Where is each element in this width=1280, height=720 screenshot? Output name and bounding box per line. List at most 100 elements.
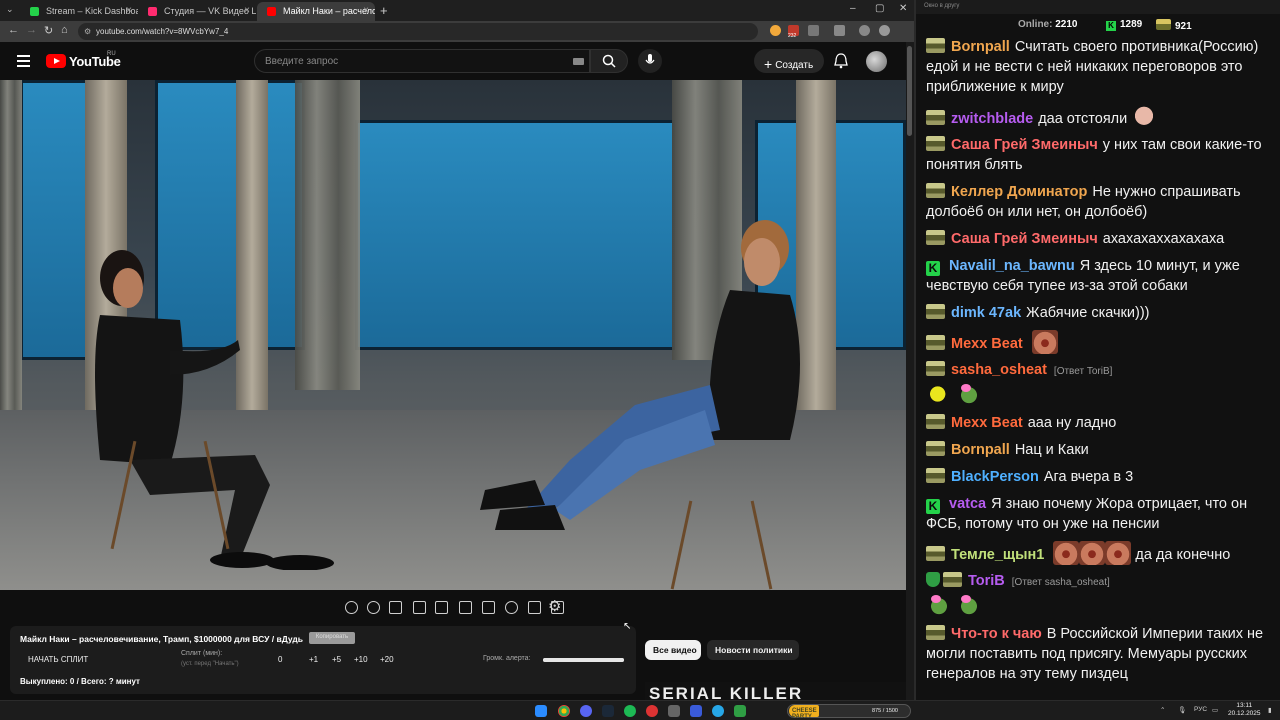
broadcast-icon[interactable] (367, 601, 380, 614)
account-avatar[interactable] (866, 51, 887, 72)
new-tab-icon[interactable]: + (380, 3, 388, 18)
moderator-shield-icon (926, 572, 940, 587)
app-icon[interactable] (734, 705, 746, 717)
chat-username[interactable]: dimk 47ak (951, 305, 1021, 321)
profile-icon[interactable] (859, 25, 870, 36)
youtube-logo-icon[interactable] (46, 54, 66, 68)
discord-icon[interactable] (580, 705, 592, 717)
loop-icon[interactable] (345, 601, 358, 614)
media-player-icon[interactable] (690, 705, 702, 717)
filmstrip-icon[interactable] (482, 601, 495, 614)
chat-username[interactable]: vatca (949, 496, 986, 512)
chat-username[interactable]: Mexx Beat (951, 415, 1023, 431)
app-icon[interactable] (668, 705, 680, 717)
chat-username[interactable]: Саша Грей Змеиныч (951, 137, 1098, 153)
face-emote-icon (1105, 541, 1132, 565)
forward-icon[interactable]: → (26, 24, 37, 36)
close-tab-icon[interactable]: × (363, 5, 369, 16)
tab-youtube-video[interactable]: Майкл Наки – расчелове... × (257, 2, 375, 21)
chat-username[interactable]: Темле_щын1 (951, 547, 1044, 563)
tab-vk-studio[interactable]: Студия — VK Видео Live × (138, 2, 256, 21)
kick-badge-icon (926, 499, 943, 514)
add-5-button[interactable]: +5 (332, 655, 341, 664)
chat-username[interactable]: zwitchblade (951, 111, 1033, 127)
add-1-button[interactable]: +1 (309, 655, 318, 664)
minimize-icon[interactable]: – (850, 3, 856, 14)
chat-window: Окно в другу Online: 2210 K 1289 921 Born… (914, 0, 1280, 700)
close-window-icon[interactable]: ✕ (899, 3, 907, 14)
add-20-button[interactable]: +20 (380, 655, 394, 664)
video-player[interactable] (0, 80, 906, 590)
spotify-icon[interactable] (624, 705, 636, 717)
browser-menu-icon[interactable] (879, 25, 890, 36)
add-10-button[interactable]: +10 (354, 655, 368, 664)
preview-icon[interactable] (389, 601, 402, 614)
close-tab-icon[interactable]: × (126, 5, 132, 16)
network-icon[interactable]: ▭ (1212, 706, 1218, 714)
chat-username[interactable]: sasha_osheat (951, 362, 1047, 378)
steam-icon[interactable] (602, 705, 614, 717)
page-scrollbar[interactable] (906, 42, 914, 700)
chat-username[interactable]: Что-то к чаю (951, 626, 1042, 642)
chat-username[interactable]: Bornpall (951, 442, 1010, 458)
clapper-icon[interactable] (413, 601, 426, 614)
tab-search-icon[interactable]: ⌄ (6, 4, 14, 15)
tray-chevron-icon[interactable]: ⌃ (1160, 706, 1165, 714)
extension-icon[interactable] (770, 25, 781, 36)
close-tab-icon[interactable]: × (244, 5, 250, 16)
site-info-icon[interactable]: ⚙ (84, 27, 91, 36)
chat-message: ToriB [Ответ sasha_osheat] (916, 570, 1280, 619)
copy-button[interactable]: Копировать (309, 632, 355, 644)
voice-search-button[interactable] (638, 49, 662, 73)
input-language[interactable]: РУС (1194, 706, 1207, 713)
goal-widget[interactable]: CHEESE PARTY 875 / 1500 (787, 704, 911, 720)
settings-gear-icon[interactable]: ⚙ (548, 597, 561, 615)
chat-username[interactable]: Bornpall (951, 39, 1010, 55)
chat-message: BlackPerson Ага вчера в 3 (916, 466, 1280, 489)
reload-icon[interactable]: ↻ (44, 24, 53, 37)
chip-all-videos[interactable]: Все видео (645, 640, 701, 660)
picture-in-picture-icon[interactable] (435, 601, 448, 614)
chat-username[interactable]: Mexx Beat (951, 336, 1023, 352)
menu-icon[interactable] (17, 55, 30, 67)
microphone-tray-icon[interactable]: 🎙 (1178, 706, 1186, 714)
scrollbar-thumb[interactable] (907, 46, 912, 136)
telegram-icon[interactable] (712, 705, 724, 717)
reply-tag[interactable]: [Ответ sasha_osheat] (1012, 577, 1110, 588)
chat-username[interactable]: Саша Грей Змеиныч (951, 231, 1098, 247)
chat-username[interactable]: BlackPerson (951, 469, 1039, 485)
chip-politics-news[interactable]: Новости политики (707, 640, 799, 660)
keyboard-icon[interactable] (573, 58, 584, 65)
alert-volume-slider[interactable] (543, 658, 624, 662)
start-split-button[interactable]: НАЧАТЬ СПЛИТ (28, 655, 88, 664)
recommended-thumbnail[interactable]: SERIAL KILLER (645, 682, 907, 700)
windows-start-icon[interactable] (535, 705, 547, 717)
split-hint: (уст. перед "Начать") (181, 661, 239, 667)
maximize-icon[interactable]: ▢ (875, 3, 884, 14)
system-clock[interactable]: 13:11 20.12.2025 (1228, 702, 1261, 718)
chat-username[interactable]: ToriB (968, 573, 1005, 589)
search-input[interactable] (255, 50, 555, 72)
notifications-icon[interactable]: ▮ (1268, 706, 1272, 714)
split-value[interactable]: 0 (278, 655, 282, 664)
chat-message: Mexx Beat (916, 329, 1280, 356)
notifications-bell-icon[interactable] (833, 53, 849, 69)
search-button[interactable] (590, 49, 628, 73)
tab-kick-dashboard[interactable]: Stream – Kick Dashboard × (20, 2, 138, 21)
puzzle-icon[interactable] (808, 25, 819, 36)
obs-icon[interactable] (646, 705, 658, 717)
chat-username[interactable]: Navalil_na_bawnu (949, 258, 1075, 274)
cinema-icon[interactable] (459, 601, 472, 614)
reply-tag[interactable]: [Ответ ToriB] (1054, 366, 1113, 377)
download-icon[interactable] (834, 25, 845, 36)
address-bar[interactable]: ⚙ youtube.com/watch?v=8WVcbYw7_4 (78, 23, 758, 40)
extension-badge-count: 232 (788, 33, 797, 39)
chrome-icon[interactable] (558, 705, 570, 717)
chat-username[interactable]: Келлер Доминатор (951, 184, 1087, 200)
add-clip-icon[interactable] (528, 601, 541, 614)
home-icon[interactable]: ⌂ (61, 24, 68, 36)
create-button[interactable]: + Создать (754, 49, 824, 73)
speed-icon[interactable] (505, 601, 518, 614)
goal-widget-label: CHEESE PARTY (789, 705, 819, 720)
back-icon[interactable]: ← (8, 24, 19, 36)
